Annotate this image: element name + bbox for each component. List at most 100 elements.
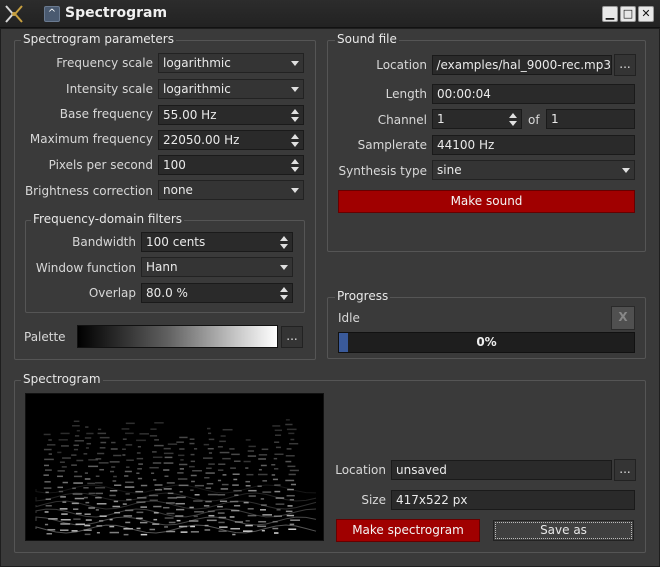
- spin-up-icon[interactable]: [291, 134, 299, 139]
- spectrogram-texture-mark: [219, 526, 228, 528]
- spectrogram-texture-mark: [95, 509, 99, 511]
- spectrogram-texture-mark: [83, 487, 89, 489]
- spectrogram-texture-mark: [208, 452, 213, 454]
- spectrogram-texture-mark: [206, 467, 212, 470]
- max-frequency-spinbox[interactable]: 22050.00 Hz: [158, 130, 304, 150]
- spectrogram-texture-mark: [137, 477, 143, 480]
- spectrogram-texture-mark: [217, 446, 223, 448]
- make-sound-button[interactable]: Make sound: [338, 190, 635, 213]
- progress-bar: 0%: [338, 332, 635, 353]
- spectrogram-texture-mark: [246, 473, 254, 476]
- frequency-scale-select[interactable]: logarithmic: [158, 53, 304, 73]
- save-as-button[interactable]: Save as: [493, 520, 634, 541]
- spectrogram-texture-mark: [149, 528, 156, 531]
- spectrogram-texture-mark: [218, 463, 226, 465]
- spectrogram-texture-mark: [166, 512, 175, 515]
- spin-down-icon[interactable]: [509, 121, 517, 126]
- spectrogram-texture-mark: [84, 437, 92, 439]
- spin-down-icon[interactable]: [291, 117, 299, 122]
- spectrogram-texture-mark: [179, 468, 184, 470]
- spectrogram-texture-mark: [136, 452, 141, 454]
- spin-up-icon[interactable]: [291, 109, 299, 114]
- spectrogram-texture-mark: [193, 448, 198, 450]
- maximize-button[interactable]: □: [620, 6, 636, 22]
- minimize-button[interactable]: ▁: [602, 6, 618, 22]
- spectrogram-texture-mark: [190, 531, 199, 533]
- spectrogram-texture-mark: [178, 463, 188, 466]
- sound-location-label: Location: [376, 58, 427, 72]
- spectrogram-texture-mark: [273, 457, 278, 460]
- spectrogram-texture-mark: [163, 488, 172, 490]
- spectrogram-texture-mark: [258, 454, 268, 456]
- spectrogram-texture-mark: [207, 447, 214, 450]
- spectrogram-texture-mark: [180, 459, 184, 461]
- params-group-title: Spectrogram parameters: [21, 32, 176, 46]
- spectrogram-texture-mark: [137, 468, 142, 470]
- spectrogram-texture-mark: [139, 433, 150, 435]
- spin-down-icon[interactable]: [280, 295, 288, 300]
- spectrogram-texture-mark: [125, 422, 135, 425]
- pixels-per-second-spinbox[interactable]: 100: [158, 155, 304, 175]
- spectrogram-texture-mark: [149, 466, 159, 469]
- spin-up-icon[interactable]: [280, 287, 288, 292]
- progress-status: Idle: [338, 311, 360, 325]
- spectrogram-texture-mark: [86, 442, 92, 445]
- spectrogram-texture-mark: [273, 468, 279, 470]
- spectrogram-texture-mark: [45, 505, 52, 507]
- spectrogram-texture-mark: [125, 521, 131, 524]
- spin-up-icon[interactable]: [280, 236, 288, 241]
- spectrogram-texture-mark: [163, 452, 174, 455]
- spin-down-icon[interactable]: [280, 244, 288, 249]
- base-frequency-spinbox[interactable]: 55.00 Hz: [158, 105, 304, 125]
- spectrogram-texture-mark: [60, 518, 71, 521]
- bandwidth-spinbox[interactable]: 100 cents: [141, 232, 293, 252]
- spectrogram-texture-mark: [43, 448, 52, 451]
- sound-location-field[interactable]: /examples/hal_9000-rec.mp3: [432, 55, 612, 75]
- spectrogram-texture-mark: [177, 478, 188, 480]
- spectrogram-texture-mark: [74, 497, 85, 500]
- close-button[interactable]: ✕: [638, 6, 654, 22]
- spectrogram-texture-mark: [168, 521, 176, 524]
- intensity-scale-select[interactable]: logarithmic: [158, 79, 304, 99]
- spectrogram-texture-mark: [95, 492, 103, 495]
- spectrogram-texture-mark: [59, 508, 68, 510]
- spin-up-icon[interactable]: [291, 159, 299, 164]
- spectrogram-texture-mark: [125, 466, 130, 468]
- spectrogram-texture-mark: [44, 481, 51, 483]
- make-spectrogram-button[interactable]: Make spectrogram: [336, 519, 480, 542]
- brightness-select[interactable]: none: [158, 180, 304, 200]
- spectrogram-texture-mark: [43, 487, 52, 489]
- spectrogram-location-browse-button[interactable]: ...: [614, 459, 636, 481]
- cancel-button[interactable]: X: [611, 306, 635, 330]
- max-frequency-label: Maximum frequency: [29, 132, 153, 146]
- spectrogram-location-field[interactable]: unsaved: [391, 460, 612, 480]
- spectrogram-texture-mark: [57, 451, 62, 454]
- spectrogram-texture-mark: [153, 505, 162, 508]
- spectrogram-texture-mark: [260, 498, 265, 500]
- spectrogram-texture-mark: [290, 483, 296, 486]
- spin-down-icon[interactable]: [291, 167, 299, 172]
- palette-gradient[interactable]: [77, 325, 278, 348]
- spin-up-icon[interactable]: [509, 113, 517, 118]
- spectrogram-texture-mark: [232, 533, 236, 536]
- window-menu-button[interactable]: ^: [44, 6, 60, 22]
- channel-spinbox[interactable]: 1: [432, 109, 522, 129]
- window-function-select[interactable]: Hann: [141, 257, 293, 277]
- spectrogram-texture-mark: [222, 457, 231, 460]
- spectrogram-texture-mark: [178, 454, 185, 457]
- spectrogram-texture-mark: [62, 481, 68, 484]
- spectrogram-texture-mark: [44, 458, 54, 461]
- overlap-spinbox[interactable]: 80.0 %: [141, 283, 293, 303]
- spectrogram-texture-mark: [285, 479, 295, 482]
- spectrogram-texture-mark: [208, 432, 212, 435]
- sound-location-browse-button[interactable]: ...: [614, 54, 636, 76]
- spin-down-icon[interactable]: [291, 142, 299, 147]
- spectrogram-texture-mark: [111, 466, 116, 468]
- spectrogram-texture-mark: [217, 469, 224, 471]
- spectrogram-location-label: Location: [335, 463, 386, 477]
- spectrogram-texture-mark: [164, 456, 173, 459]
- spectrogram-texture-mark: [83, 496, 88, 499]
- spectrogram-texture-mark: [272, 478, 278, 481]
- synthesis-type-select[interactable]: sine: [432, 160, 635, 180]
- palette-browse-button[interactable]: ...: [281, 326, 303, 348]
